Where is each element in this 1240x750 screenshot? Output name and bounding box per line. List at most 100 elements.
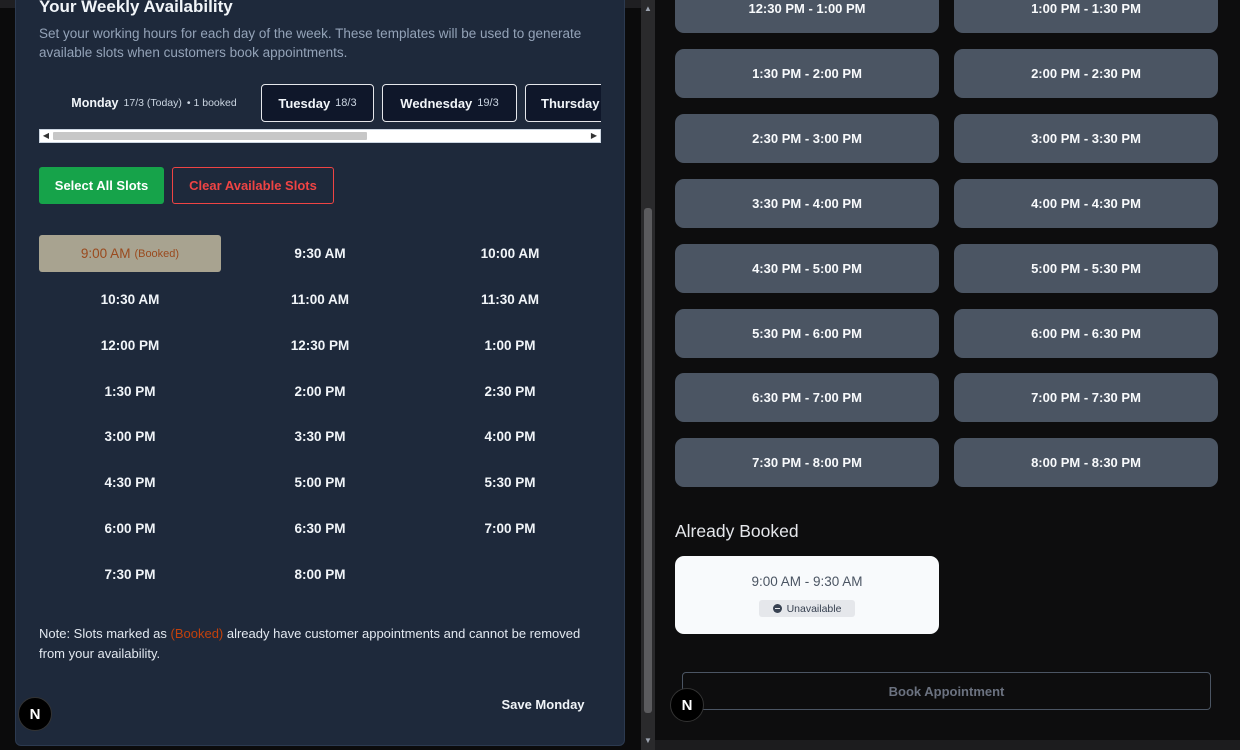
- time-slot-label: 5:00 PM: [294, 475, 346, 491]
- book-appointment-button[interactable]: Book Appointment: [682, 672, 1211, 710]
- booking-slot-button[interactable]: 12:30 PM - 1:00 PM: [675, 0, 939, 33]
- time-slot-label: 10:30 AM: [100, 291, 160, 307]
- note-prefix: Note: Slots marked as: [39, 626, 171, 641]
- tab-tuesday[interactable]: Tuesday 18/3: [261, 84, 374, 122]
- time-slot[interactable]: 7:00 PM: [419, 510, 601, 547]
- time-slot-label: 7:00 PM: [484, 521, 536, 537]
- scroll-down-icon[interactable]: ▼: [643, 736, 653, 746]
- time-slot[interactable]: 10:30 AM: [39, 281, 221, 318]
- scroll-up-icon[interactable]: ▲: [643, 4, 653, 14]
- booking-slot-button[interactable]: 7:30 PM - 8:00 PM: [675, 438, 939, 488]
- time-slot[interactable]: 2:30 PM: [419, 373, 601, 410]
- panel-scrollbar[interactable]: ▲ ▼: [641, 0, 655, 750]
- tab-date: 19/3: [477, 97, 499, 109]
- day-tabs: Monday 17/3 (Today) • 1 booked Tuesday 1…: [39, 80, 601, 128]
- time-slot-label: 2:00 PM: [294, 383, 346, 399]
- time-slot[interactable]: 1:00 PM: [419, 327, 601, 364]
- time-slot[interactable]: 1:30 PM: [39, 373, 221, 410]
- time-slot-label: 11:00 AM: [290, 291, 350, 307]
- time-slot[interactable]: 9:30 AM: [229, 235, 411, 272]
- booking-slot-button[interactable]: 2:30 PM - 3:00 PM: [675, 113, 939, 163]
- time-slot-label: 1:00 PM: [484, 337, 536, 353]
- tab-wednesday[interactable]: Wednesday 19/3: [382, 84, 517, 122]
- booking-slot-button[interactable]: 2:00 PM - 2:30 PM: [954, 48, 1218, 98]
- time-slot[interactable]: 5:30 PM: [419, 464, 601, 501]
- nextjs-badge-icon[interactable]: N: [670, 688, 704, 722]
- tab-day: Thursday: [541, 95, 600, 111]
- booking-slot-button[interactable]: 4:30 PM - 5:00 PM: [675, 243, 939, 293]
- booking-slot-button[interactable]: 4:00 PM - 4:30 PM: [954, 178, 1218, 228]
- tab-date: 17/3 (Today): [123, 97, 182, 109]
- booking-slot-button[interactable]: 5:30 PM - 6:00 PM: [675, 308, 939, 358]
- booking-slot-button[interactable]: 5:00 PM - 5:30 PM: [954, 243, 1218, 293]
- time-slot[interactable]: 5:00 PM: [229, 464, 411, 501]
- booked-slot-time: 9:00 AM - 9:30 AM: [751, 574, 863, 589]
- tab-date: 18/3: [335, 97, 357, 109]
- page-subtitle: Set your working hours for each day of t…: [39, 26, 582, 60]
- time-slot[interactable]: 10:00 AM: [419, 235, 601, 272]
- time-slot[interactable]: 4:30 PM: [39, 464, 221, 501]
- time-slot-label: 11:30 AM: [480, 291, 540, 307]
- booking-slot-button[interactable]: 1:30 PM - 2:00 PM: [675, 48, 939, 98]
- time-slot-label: 6:00 PM: [104, 521, 156, 537]
- time-slot-label: 4:00 PM: [484, 429, 536, 445]
- booking-slot-button[interactable]: 6:00 PM - 6:30 PM: [954, 308, 1218, 358]
- time-slot[interactable]: 2:00 PM: [229, 373, 411, 410]
- time-slot[interactable]: 11:30 AM: [419, 281, 601, 318]
- booked-tag: (Booked): [134, 247, 180, 260]
- booking-slot-button[interactable]: 7:00 PM - 7:30 PM: [954, 373, 1218, 423]
- tab-thursday[interactable]: Thursday: [525, 84, 601, 122]
- time-slot-label: 1:30 PM: [104, 383, 156, 399]
- scrollbar-thumb[interactable]: [53, 132, 367, 140]
- time-slot[interactable]: 4:00 PM: [419, 418, 601, 455]
- time-slot-label: 6:30 PM: [294, 521, 346, 537]
- select-all-slots-button[interactable]: Select All Slots: [39, 167, 164, 204]
- time-slot[interactable]: 11:00 AM: [229, 281, 411, 318]
- tab-day: Tuesday: [278, 95, 331, 111]
- time-slot[interactable]: 3:30 PM: [229, 418, 411, 455]
- page-title: Your Weekly Availability: [39, 0, 233, 16]
- time-slot-label: 9:30 AM: [294, 246, 346, 261]
- time-slot[interactable]: 12:30 PM: [229, 327, 411, 364]
- scrollbar-thumb[interactable]: [644, 208, 652, 713]
- scroll-right-icon[interactable]: ▶: [589, 131, 599, 141]
- tab-monday[interactable]: Monday 17/3 (Today) • 1 booked: [54, 84, 254, 122]
- time-slot-label: 10:00 AM: [480, 246, 540, 261]
- time-slot-label: 12:00 PM: [100, 337, 160, 353]
- time-slot[interactable]: 12:00 PM: [39, 327, 221, 364]
- time-slot-label: 12:30 PM: [290, 337, 350, 353]
- time-slot[interactable]: 7:30 PM: [39, 556, 221, 593]
- scroll-left-icon[interactable]: ◀: [41, 131, 51, 141]
- booking-slot-button[interactable]: 8:00 PM - 8:30 PM: [954, 438, 1218, 488]
- tab-day: Wednesday: [400, 95, 473, 111]
- booked-slot-card: 9:00 AM - 9:30 AM Unavailable: [675, 556, 939, 634]
- booking-slot-button[interactable]: 3:30 PM - 4:00 PM: [675, 178, 939, 228]
- time-slot[interactable]: 8:00 PM: [229, 556, 411, 593]
- already-booked-heading: Already Booked: [675, 521, 799, 541]
- bottom-strip: [655, 740, 1240, 750]
- tabs-scrollbar[interactable]: ◀ ▶: [39, 129, 601, 143]
- time-slot[interactable]: 6:00 PM: [39, 510, 221, 547]
- booking-slot-button[interactable]: 3:00 PM - 3:30 PM: [954, 113, 1218, 163]
- time-slot-label: 4:30 PM: [104, 475, 156, 491]
- clear-available-slots-button[interactable]: Clear Available Slots: [172, 167, 334, 204]
- time-slot-label: 8:00 PM: [294, 566, 346, 582]
- time-slot[interactable]: 9:00 AM (Booked): [39, 235, 221, 272]
- unavailable-badge: Unavailable: [759, 600, 855, 617]
- time-slot-label: 3:00 PM: [104, 429, 156, 445]
- nextjs-badge-icon[interactable]: N: [18, 697, 52, 731]
- time-slot-label: 5:30 PM: [484, 475, 536, 491]
- tab-day: Monday: [71, 96, 119, 110]
- time-slot-label: 9:00 AM: [80, 246, 131, 261]
- time-slot[interactable]: 3:00 PM: [39, 418, 221, 455]
- booking-slot-button[interactable]: 6:30 PM - 7:00 PM: [675, 373, 939, 423]
- time-slot[interactable]: 6:30 PM: [229, 510, 411, 547]
- unavailable-label: Unavailable: [786, 602, 842, 615]
- time-slot-label: 3:30 PM: [294, 429, 346, 445]
- booking-slot-button[interactable]: 1:00 PM - 1:30 PM: [954, 0, 1218, 33]
- unavailable-icon: [772, 604, 782, 613]
- note-booked-tag: (Booked): [170, 626, 224, 641]
- time-slot-label: 2:30 PM: [484, 383, 536, 399]
- save-monday-button[interactable]: Save Monday: [490, 690, 596, 718]
- time-slot-label: 7:30 PM: [104, 566, 156, 582]
